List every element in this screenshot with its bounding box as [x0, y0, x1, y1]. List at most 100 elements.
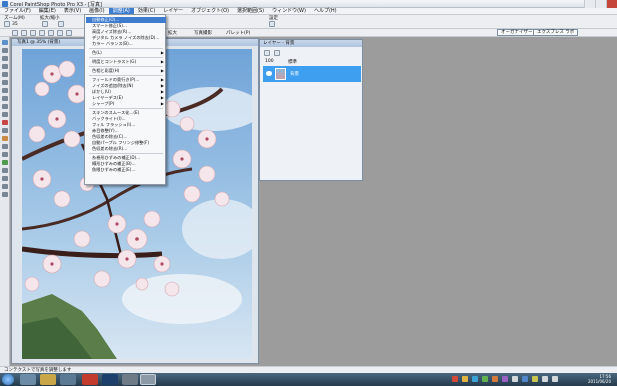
tray-icon-9[interactable]: [532, 376, 538, 382]
straighten-tool-icon[interactable]: [2, 112, 8, 117]
zoom-value[interactable]: 35: [12, 22, 18, 27]
makeover-icon[interactable]: [2, 128, 8, 133]
app-icon: [2, 1, 8, 7]
network-icon[interactable]: [552, 376, 558, 382]
new-layer-icon[interactable]: [264, 50, 270, 56]
clone-brush-icon[interactable]: [2, 144, 8, 149]
adjust-menu-item-label: フィル フラッシュ(I)...: [92, 122, 136, 127]
paint-brush-icon[interactable]: [2, 136, 8, 141]
fill-icon[interactable]: [2, 160, 8, 165]
adjust-menu-item[interactable]: カラー バランス(B)...: [86, 41, 166, 47]
adjust-menu-item-label: フィールドの奥行き(P)...: [92, 77, 140, 82]
adjust-menu-item[interactable]: 色(L) ▶: [86, 50, 166, 56]
taskbar-photoshop-icon[interactable]: [102, 374, 118, 385]
submenu-arrow-icon: ▶: [160, 59, 164, 64]
adjust-menu-item-label: スキンのスムース化...(E): [92, 110, 140, 115]
menu-separator: [89, 57, 163, 58]
tray-icon-2[interactable]: [462, 376, 468, 382]
pan-tool-icon[interactable]: [2, 40, 8, 45]
tray-icon-1[interactable]: [452, 376, 458, 382]
save-icon[interactable]: [30, 30, 36, 36]
layer-opacity[interactable]: 100: [265, 59, 274, 64]
tray-icon-5[interactable]: [492, 376, 498, 382]
menu-edit[interactable]: 編集(E): [35, 8, 60, 14]
menu-separator: [89, 108, 163, 109]
layer-properties-icon[interactable]: [274, 50, 280, 56]
menu-help[interactable]: ヘルプ(H): [310, 8, 341, 14]
layer-thumbnail: [275, 68, 286, 80]
tray-icon-7[interactable]: [512, 376, 518, 382]
window-controls: [584, 0, 617, 8]
zoom-tool-icon[interactable]: [2, 48, 8, 53]
toolbar-label-enlarge[interactable]: 拡大: [168, 30, 177, 36]
text-tool-icon[interactable]: [2, 168, 8, 173]
minimize-button[interactable]: [584, 0, 595, 8]
taskbar-paintshop-icon[interactable]: [140, 374, 156, 385]
blend-mode-select[interactable]: 標準: [288, 59, 297, 65]
pick-tool-icon[interactable]: [2, 56, 8, 61]
zoom-in-icon[interactable]: [42, 21, 48, 27]
title-bar: Corel PaintShop Photo Pro X3 - [写真]: [0, 0, 617, 8]
visibility-eye-icon[interactable]: [266, 71, 272, 76]
express-lab-button[interactable]: エクスプレス ラボ: [533, 29, 579, 36]
selection-tool-icon[interactable]: [2, 72, 8, 77]
start-button[interactable]: [2, 374, 14, 385]
open-file-icon[interactable]: [21, 30, 27, 36]
settings-icon[interactable]: [269, 21, 275, 27]
tray-icon-3[interactable]: [472, 376, 478, 382]
adjust-menu-item[interactable]: 色相と彩度(H) ▶: [86, 68, 166, 74]
zoom-preset-icon[interactable]: [4, 21, 10, 27]
toolbar-label-photo[interactable]: 写真撮影: [194, 30, 212, 36]
adjust-menu-item-label: 高度ノイズ除去(R)...: [92, 29, 132, 34]
dropper-icon[interactable]: [2, 96, 8, 101]
adjust-menu-item[interactable]: 明度とコントラスト(G) ▶: [86, 59, 166, 65]
taskbar-media-icon[interactable]: [60, 374, 76, 385]
volume-icon[interactable]: [542, 376, 548, 382]
print-icon[interactable]: [39, 30, 45, 36]
layer-name: 背景: [290, 72, 299, 77]
crop-tool-icon[interactable]: [2, 104, 8, 109]
taskbar-app-icon[interactable]: [122, 374, 138, 385]
adjust-menu-item[interactable]: シャープ(P) ▶: [86, 101, 166, 107]
tray-icon-4[interactable]: [482, 376, 488, 382]
freehand-selection-icon[interactable]: [2, 80, 8, 85]
clock-date: 2011/06/20: [587, 379, 611, 384]
adjust-menu-item-label: ノイズの追加/除去(N): [92, 83, 134, 88]
menu-file[interactable]: ファイル(F): [0, 8, 35, 14]
adjust-menu-item-label: 色収差の除去(R)...: [92, 146, 128, 151]
taskbar-ie-icon[interactable]: [20, 374, 36, 385]
move-tool-icon[interactable]: [2, 64, 8, 69]
red-eye-icon[interactable]: [2, 120, 8, 125]
redo-icon[interactable]: [57, 30, 63, 36]
undo-icon[interactable]: [48, 30, 54, 36]
new-file-icon[interactable]: [12, 30, 18, 36]
toolbar-label-palettes[interactable]: パレット(P): [226, 30, 250, 36]
taskbar-acrobat-icon[interactable]: [82, 374, 98, 385]
maximize-button[interactable]: [595, 0, 606, 8]
menu-view[interactable]: 表示(V): [60, 8, 85, 14]
cut-icon[interactable]: [66, 30, 72, 36]
shape-tool-icon[interactable]: [2, 176, 8, 181]
taskbar-clock[interactable]: 17:56 2011/06/20: [588, 374, 611, 384]
tray-icon-8[interactable]: [522, 376, 528, 382]
adjust-menu-item[interactable]: 魚眼ひずみの補正(E)...: [86, 167, 166, 173]
adjust-menu-item[interactable]: 色収差の除去(R)...: [86, 146, 166, 152]
menu-objects[interactable]: オブジェクト(O): [187, 8, 233, 14]
eraser-icon[interactable]: [2, 152, 8, 157]
organizer-button[interactable]: オーガナイザー: [497, 29, 537, 36]
submenu-arrow-icon: ▶: [160, 68, 164, 73]
menu-selections[interactable]: 選択範囲(S): [233, 8, 268, 14]
pen-tool-icon[interactable]: [2, 184, 8, 189]
zoom-out-icon[interactable]: [58, 21, 64, 27]
layers-palette: レイヤー - 背景 100 標準 背景: [259, 39, 363, 181]
menu-window[interactable]: ウィンドウ(W): [268, 8, 310, 14]
tray-icon-6[interactable]: [502, 376, 508, 382]
close-button[interactable]: [606, 0, 617, 8]
magic-wand-icon[interactable]: [2, 88, 8, 93]
adjust-menu-item-label: 自動パープル フリンジ修整(F): [92, 140, 150, 145]
warp-brush-icon[interactable]: [2, 192, 8, 197]
taskbar-explorer-icon[interactable]: [40, 374, 56, 385]
layer-row-background[interactable]: 背景: [263, 66, 361, 82]
submenu-arrow-icon: ▶: [160, 101, 164, 106]
adjust-menu-item-label: カラー バランス(B)...: [92, 41, 133, 46]
